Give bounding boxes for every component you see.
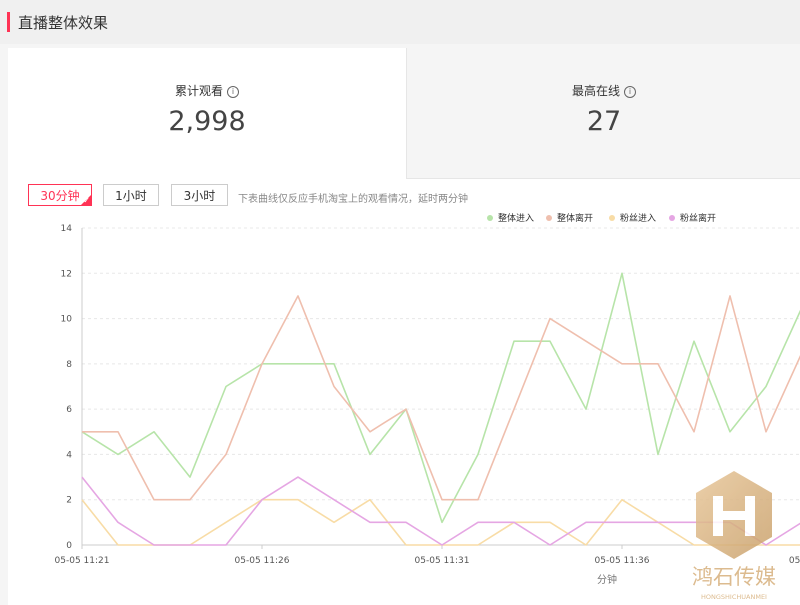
y-tick-label: 10 <box>61 315 73 325</box>
legend-swatch <box>546 215 552 221</box>
x-axis-label: 分钟 <box>597 573 617 586</box>
legend-swatch <box>609 215 615 221</box>
y-tick-label: 6 <box>66 405 72 415</box>
y-tick-label: 0 <box>66 541 72 551</box>
y-tick-label: 12 <box>61 269 72 279</box>
x-tick-label: 05-05 11:21 <box>55 556 110 566</box>
y-tick-label: 14 <box>61 224 73 234</box>
x-tick-label: 05-05 11:36 <box>595 556 650 566</box>
legend-label: 整体进入 <box>498 212 534 224</box>
x-tick-label: 05-05 11:31 <box>415 556 470 566</box>
legend-label: 粉丝进入 <box>620 212 656 224</box>
y-tick-label: 2 <box>66 496 72 506</box>
legend-label: 粉丝离开 <box>680 212 716 224</box>
y-tick-label: 4 <box>66 450 72 460</box>
x-tick-label: 05-05 11:26 <box>235 556 290 566</box>
watermark-text: 鸿石传媒 <box>692 565 776 589</box>
legend-swatch <box>487 215 493 221</box>
brand-watermark: 鸿石传媒 HONGSHICHUANMEI <box>692 471 776 601</box>
legend-swatch <box>669 215 675 221</box>
y-tick-label: 8 <box>66 360 72 370</box>
legend-label: 整体离开 <box>557 212 593 224</box>
logo-icon <box>696 471 772 559</box>
watermark-subtext: HONGSHICHUANMEI <box>701 593 767 601</box>
